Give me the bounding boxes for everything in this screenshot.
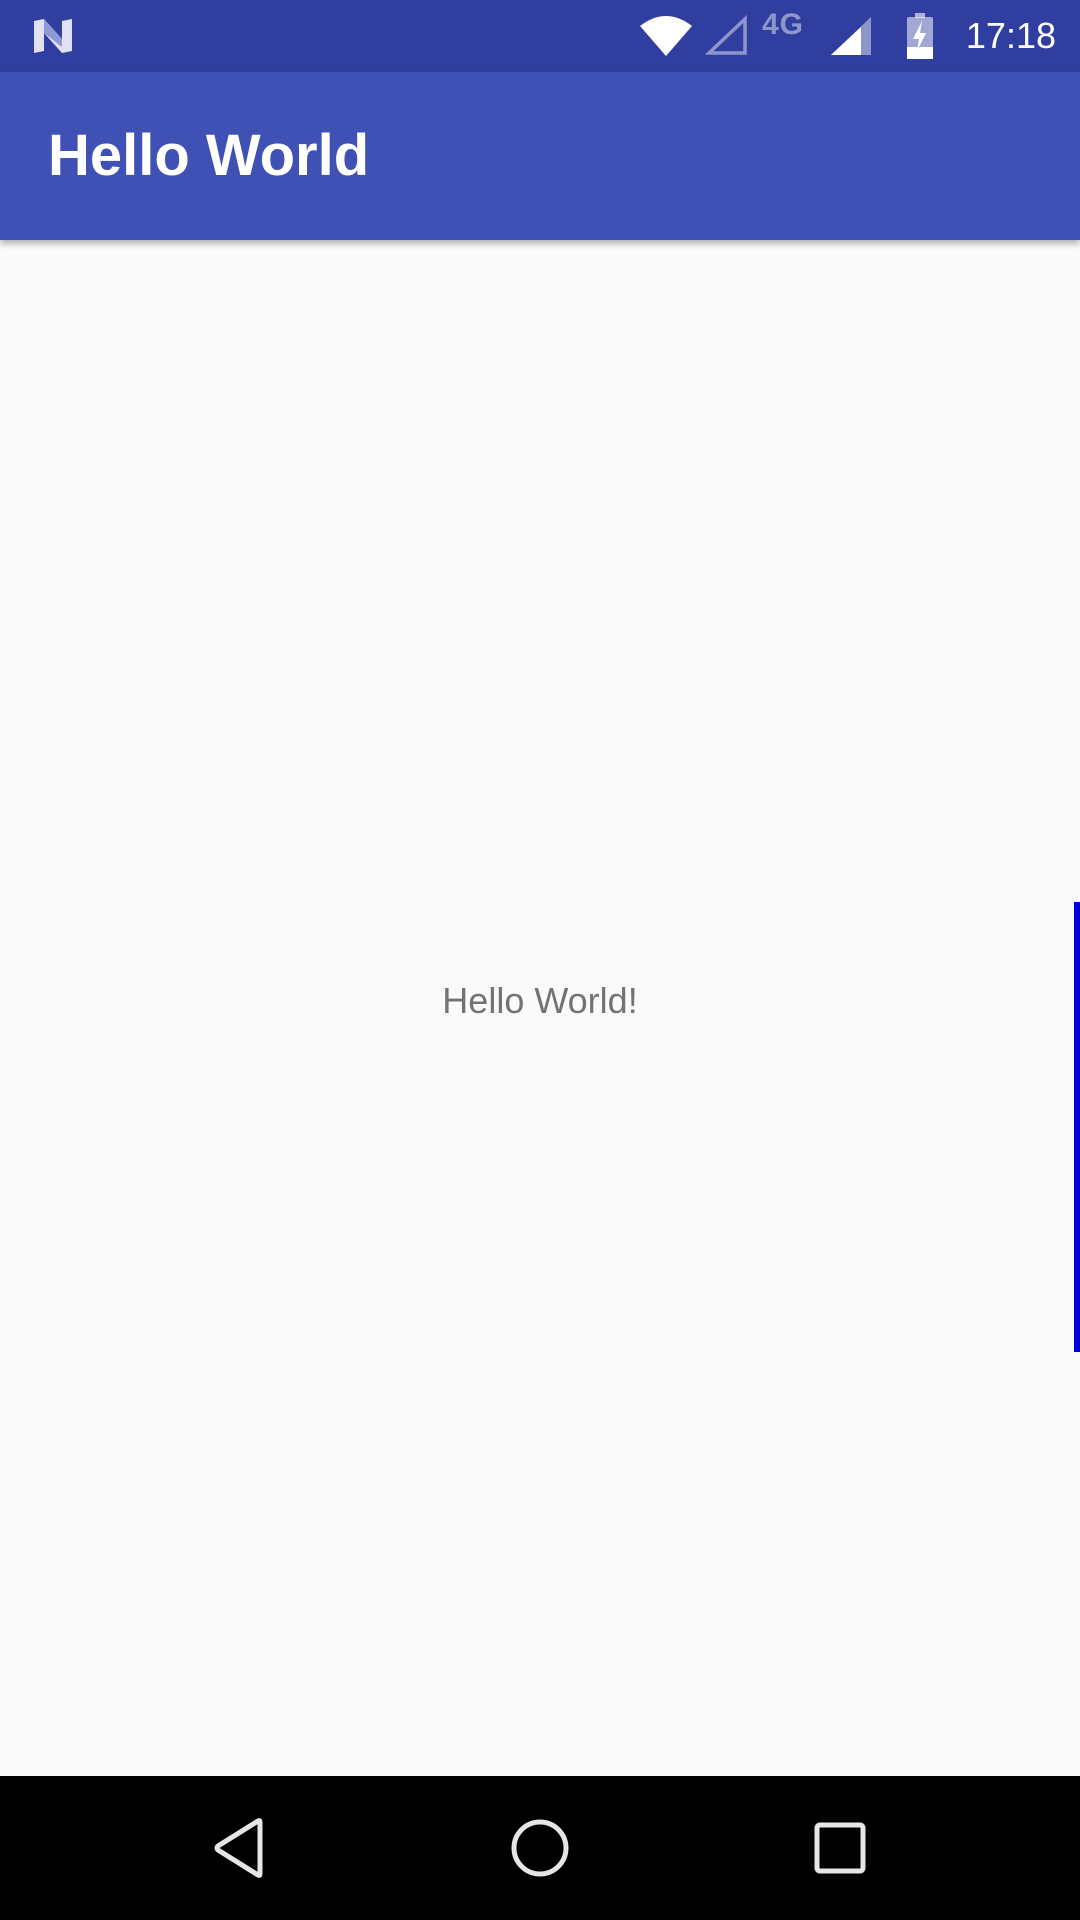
hello-text: Hello World! [442,980,638,1021]
back-button[interactable] [168,1776,312,1920]
status-bar: 4G 17:18 [0,0,1080,72]
navigation-bar [0,1776,1080,1920]
home-circle-icon [511,1819,569,1877]
app-bar: Hello World [0,72,1080,240]
recents-button[interactable] [768,1776,912,1920]
wifi-icon [636,0,696,72]
home-button[interactable] [468,1776,612,1920]
status-clock: 17:18 [965,15,1056,56]
main-content: Hello World! [0,240,1080,1776]
network-type-label: 4G [762,8,805,41]
recents-square-icon [814,1822,866,1874]
cell-signal-icon [826,0,876,72]
scroll-indicator[interactable] [1074,902,1080,1352]
back-triangle-icon [214,1818,263,1878]
empty-signal-icon [702,0,752,72]
app-title: Hello World [48,123,370,188]
battery-charging-icon [900,0,940,72]
notification-icon [30,0,78,72]
